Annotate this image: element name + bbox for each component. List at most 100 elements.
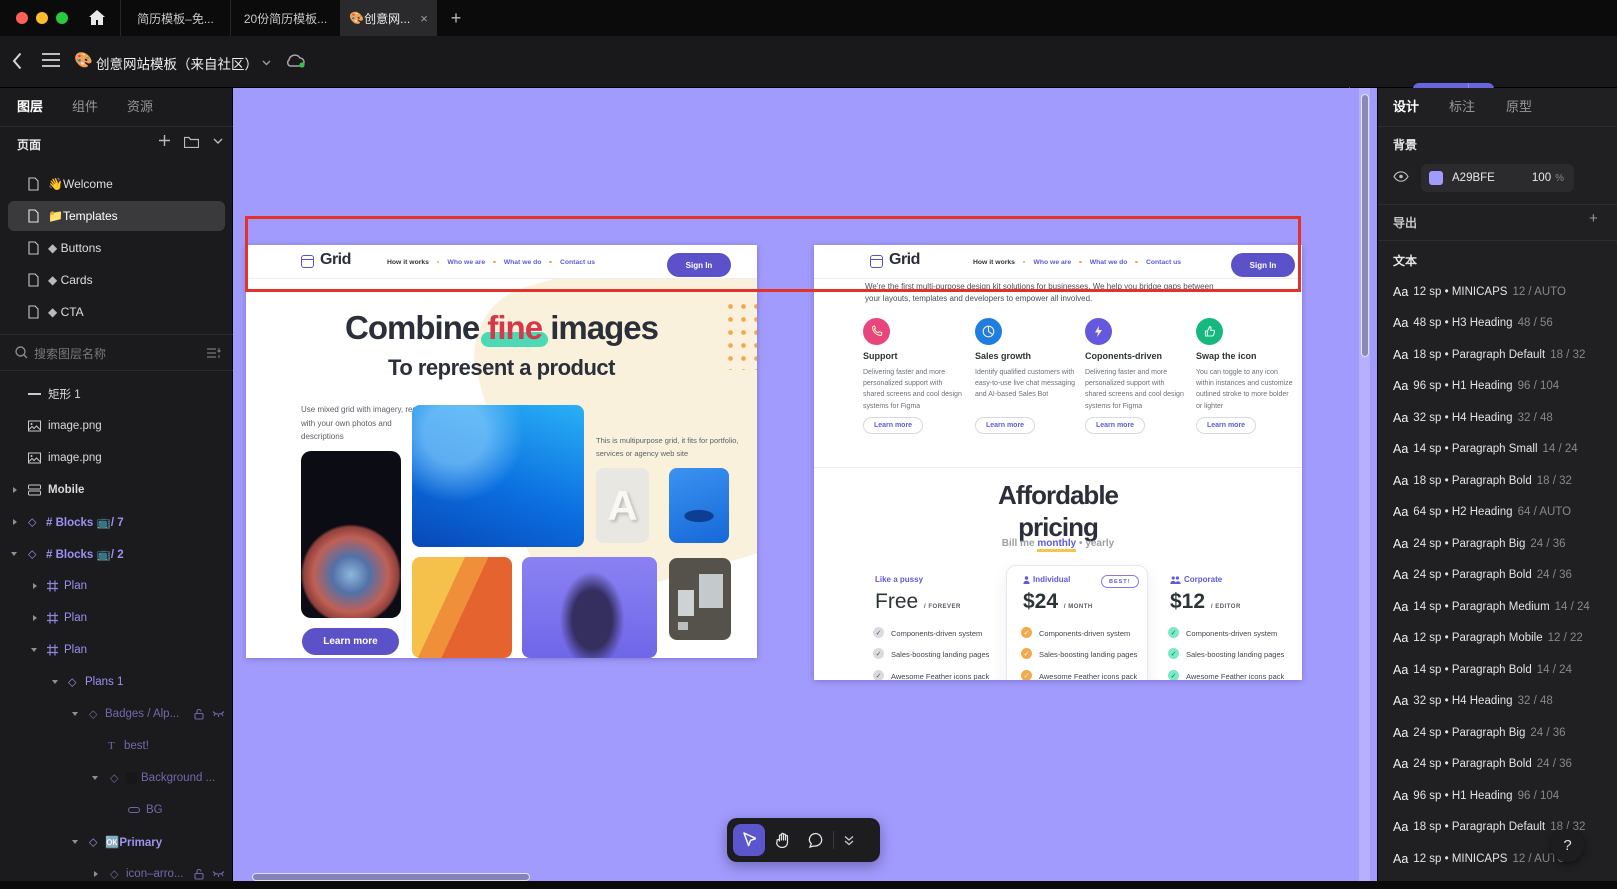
text-style-row[interactable]: Aa24 sp • Paragraph Big24 / 36 (1393, 528, 1617, 560)
text-style-row[interactable]: Aa32 sp • H4 Heading32 / 48 (1393, 686, 1617, 718)
home-icon[interactable] (88, 9, 106, 26)
collapse-arrow-icon[interactable] (52, 680, 58, 684)
expand-arrow-icon[interactable] (13, 519, 17, 525)
layer-row-plan[interactable]: Plan (0, 634, 233, 666)
page-item-welcome[interactable]: 👋Welcome (0, 168, 233, 200)
new-tab-button[interactable]: + (446, 7, 466, 29)
vertical-scrollbar-track[interactable] (1359, 88, 1370, 881)
text-style-row[interactable]: Aa14 sp • Paragraph Bold14 / 24 (1393, 654, 1617, 686)
text-style-row[interactable]: Aa14 sp • Paragraph Small14 / 24 (1393, 434, 1617, 466)
background-color-field[interactable]: A29BFE 100 % (1421, 164, 1574, 192)
browser-tab-2[interactable]: 20份简历模板... (230, 0, 340, 36)
text-style-row[interactable]: Aa12 sp • MINICAPS12 / AUTO (1393, 276, 1617, 308)
select-tool-active[interactable] (733, 824, 765, 856)
expand-arrow-icon[interactable] (33, 615, 37, 621)
tab-components[interactable]: 组件 (72, 96, 98, 115)
collapse-arrow-icon[interactable] (31, 648, 37, 652)
text-style-row[interactable]: Aa32 sp • H4 Heading32 / 48 (1393, 402, 1617, 434)
layer-row-bg[interactable]: BG (0, 794, 233, 826)
hidden-eye-icon[interactable] (212, 710, 225, 719)
feature-desc: Delivering faster and more personalized … (863, 367, 965, 412)
check-icon: ✓ (1021, 670, 1032, 680)
layer-row-image[interactable]: image.png (0, 442, 233, 474)
collapse-arrow-icon[interactable] (11, 552, 17, 556)
main-menu-icon[interactable] (42, 53, 60, 67)
vertical-scrollbar-thumb[interactable] (1361, 94, 1369, 357)
canvas-frame-grid-hero[interactable]: Grid How it works Who we are What we do … (246, 245, 757, 658)
layer-row-rectangle[interactable]: 矩形 1 (0, 378, 233, 410)
page-item-buttons[interactable]: ◆ Buttons (0, 232, 233, 264)
text-style-row[interactable]: Aa24 sp • Paragraph Bold24 / 36 (1393, 560, 1617, 592)
pages-collapse-chevron-icon[interactable] (213, 138, 223, 144)
cloud-sync-icon[interactable] (284, 52, 306, 70)
layer-row-image[interactable]: image.png (0, 410, 233, 442)
collapse-arrow-icon[interactable] (72, 840, 78, 844)
layer-row-blocks-2[interactable]: ◇ # Blocks 📺/ 2 (0, 538, 233, 570)
design-canvas[interactable]: Grid How it works Who we are What we do … (233, 88, 1377, 881)
lock-icon[interactable] (194, 709, 204, 720)
layer-row-primary[interactable]: ◇ 🆗Primary (0, 826, 233, 858)
add-page-icon[interactable] (158, 134, 171, 147)
page-item-cards[interactable]: ◆ Cards (0, 264, 233, 296)
help-button[interactable]: ? (1551, 829, 1584, 862)
text-style-row[interactable]: Aa96 sp • H1 Heading96 / 104 (1393, 371, 1617, 403)
page-folder-icon[interactable] (184, 136, 199, 148)
text-style-row[interactable]: Aa18 sp • Paragraph Bold18 / 32 (1393, 465, 1617, 497)
back-icon[interactable] (12, 52, 22, 70)
collapse-arrow-icon[interactable] (92, 776, 98, 780)
layer-row-badges[interactable]: ◇ Badges / Alp... (0, 698, 233, 730)
text-style-row[interactable]: Aa48 sp • H3 Heading48 / 56 (1393, 308, 1617, 340)
visibility-eye-icon[interactable] (1393, 171, 1409, 182)
expand-arrow-icon[interactable] (13, 487, 17, 493)
search-input[interactable] (32, 343, 192, 365)
plan-label: Corporate (1170, 575, 1222, 584)
horizontal-scrollbar[interactable] (252, 873, 530, 881)
text-style-row[interactable]: Aa12 sp • Paragraph Mobile12 / 22 (1393, 623, 1617, 655)
text-style-row[interactable]: Aa64 sp • H2 Heading64 / AUTO (1393, 497, 1617, 529)
browser-tab-active[interactable]: 🎨 创意网... × (340, 0, 437, 36)
collapse-double-chevron-icon[interactable] (834, 835, 864, 846)
color-swatch[interactable] (1429, 171, 1443, 185)
color-opacity-value[interactable]: 100 (1532, 172, 1551, 184)
text-style-row[interactable]: Aa96 sp • H1 Heading96 / 104 (1393, 780, 1617, 812)
page-item-cta[interactable]: ◆ CTA (0, 296, 233, 328)
comment-tool-icon[interactable] (799, 832, 833, 848)
document-title[interactable]: 创意网站模板（来自社区） (96, 53, 258, 73)
layer-row-best-text[interactable]: T best! (0, 730, 233, 762)
text-style-row[interactable]: Aa14 sp • Paragraph Medium14 / 24 (1393, 591, 1617, 623)
minimize-window-button[interactable] (36, 12, 48, 24)
layer-row-plan[interactable]: Plan (0, 602, 233, 634)
browser-tab-1[interactable]: 简历模板–免... (120, 0, 230, 36)
add-export-icon[interactable]: + (1589, 210, 1598, 227)
close-tab-icon[interactable]: × (420, 11, 428, 26)
text-style-row[interactable]: Aa24 sp • Paragraph Big24 / 36 (1393, 717, 1617, 749)
text-style-row[interactable]: Aa24 sp • Paragraph Bold24 / 36 (1393, 749, 1617, 781)
collapse-arrow-icon[interactable] (72, 712, 78, 716)
color-hex-value[interactable]: A29BFE (1452, 172, 1495, 184)
doc-title-chevron-down-icon[interactable] (262, 60, 271, 66)
tab-annotate[interactable]: 标注 (1449, 96, 1475, 115)
expand-arrow-icon[interactable] (94, 871, 98, 877)
page-item-templates-selected[interactable]: 📁Templates (0, 200, 233, 232)
expand-arrow-icon[interactable] (33, 583, 37, 589)
layer-row-mobile[interactable]: Mobile (0, 474, 233, 506)
text-style-row[interactable]: Aa18 sp • Paragraph Default18 / 32 (1393, 812, 1617, 844)
tab-assets[interactable]: 资源 (127, 96, 153, 115)
layers-panel: 图层 组件 资源 页面 👋Welcome 📁Templates ◆ Button… (0, 88, 233, 881)
zoom-window-button[interactable] (56, 12, 68, 24)
hand-tool-icon[interactable] (765, 832, 799, 848)
layer-row-plan[interactable]: Plan (0, 570, 233, 602)
layer-row-blocks-7[interactable]: ◇ # Blocks 📺/ 7 (0, 506, 233, 538)
annotation-rectangle[interactable] (245, 216, 1301, 292)
layer-row-background[interactable]: ◇ Background ... (0, 762, 233, 794)
tab-design[interactable]: 设计 (1393, 96, 1419, 115)
filter-sort-icon[interactable] (207, 347, 221, 359)
tab-layers[interactable]: 图层 (17, 96, 43, 115)
canvas-frame-grid-pricing[interactable]: Grid How it works Who we are What we do … (814, 245, 1302, 680)
lock-icon[interactable] (194, 869, 204, 880)
tab-prototype[interactable]: 原型 (1506, 96, 1532, 115)
layer-row-plans-1[interactable]: ◇ Plans 1 (0, 666, 233, 698)
close-window-button[interactable] (16, 12, 28, 24)
hidden-eye-icon[interactable] (212, 870, 225, 879)
text-style-row[interactable]: Aa18 sp • Paragraph Default18 / 32 (1393, 339, 1617, 371)
